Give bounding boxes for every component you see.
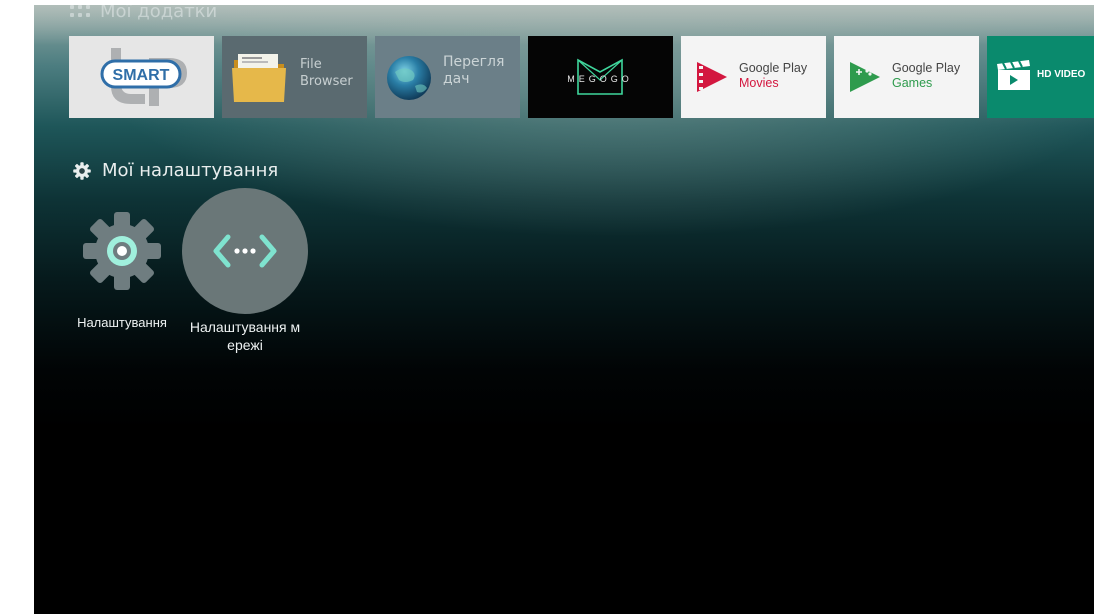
screen-bezel-left (0, 0, 34, 614)
viewer-label-line2: дач (443, 71, 470, 87)
network-icon-wrap (182, 188, 308, 314)
hd-video-label: HD VIDEO (1037, 69, 1086, 80)
megogo-logo-icon: MEGOGO (567, 58, 633, 95)
settings-item-label: Налаштування (77, 315, 167, 330)
file-browser-label-line1: File (300, 57, 322, 72)
gear-icon (73, 161, 91, 180)
network-arrows-icon (213, 234, 277, 268)
apps-row: SMART File Browser Перегля дач MEGOGO Go… (69, 36, 1094, 118)
app-tile-up-smart[interactable]: SMART (69, 36, 214, 118)
google-play-movies-label: Google Play Movies (739, 61, 807, 91)
apps-section-header: Мої додатки (70, 5, 217, 22)
app-tile-google-play-games[interactable]: Google Play Games (834, 36, 979, 118)
settings-section-header: Мої налаштування (72, 160, 278, 181)
up-smart-logo-text: SMART (113, 67, 170, 84)
network-settings-circle (182, 188, 308, 314)
tv-launcher: Мої додатки SMART File Browser Перегля д… (34, 5, 1094, 614)
google-play-movies-label-line2: Movies (739, 76, 779, 90)
megogo-logo-text: MEGOGO (567, 74, 633, 84)
google-play-games-label-line1: Google Play (892, 61, 961, 75)
settings-icon-wrap (74, 188, 170, 314)
up-smart-logo-icon: SMART (100, 48, 187, 106)
app-tile-megogo[interactable]: MEGOGO (528, 36, 673, 118)
settings-gear-icon (83, 212, 161, 290)
viewer-label: Перегля дач (443, 54, 507, 88)
google-play-games-label: Google Play Games (892, 61, 960, 91)
settings-section-title: Мої налаштування (102, 160, 279, 181)
file-browser-label: File Browser (300, 56, 364, 90)
network-settings-label: Налаштування мережі (189, 319, 301, 353)
app-tile-google-play-movies[interactable]: Google Play Movies (681, 36, 826, 118)
settings-item-network[interactable]: Налаштування мережі (182, 188, 308, 354)
settings-row: Налаштування Налаштування мережі (74, 188, 308, 354)
apps-section-title: Мої додатки (100, 5, 218, 22)
google-play-movies-label-line1: Google Play (739, 61, 808, 75)
app-tile-hd-video[interactable]: HD VIDEO (987, 36, 1094, 118)
file-browser-label-line2: Browser (300, 74, 353, 89)
app-tile-file-browser[interactable]: File Browser (222, 36, 367, 118)
viewer-label-line1: Перегля (443, 54, 505, 70)
settings-item-settings[interactable]: Налаштування (74, 188, 170, 354)
google-play-games-label-line2: Games (892, 76, 933, 90)
apps-grid-icon (70, 5, 92, 19)
screen: Мої додатки SMART File Browser Перегля д… (0, 0, 1094, 614)
app-tile-viewer[interactable]: Перегля дач (375, 36, 520, 118)
